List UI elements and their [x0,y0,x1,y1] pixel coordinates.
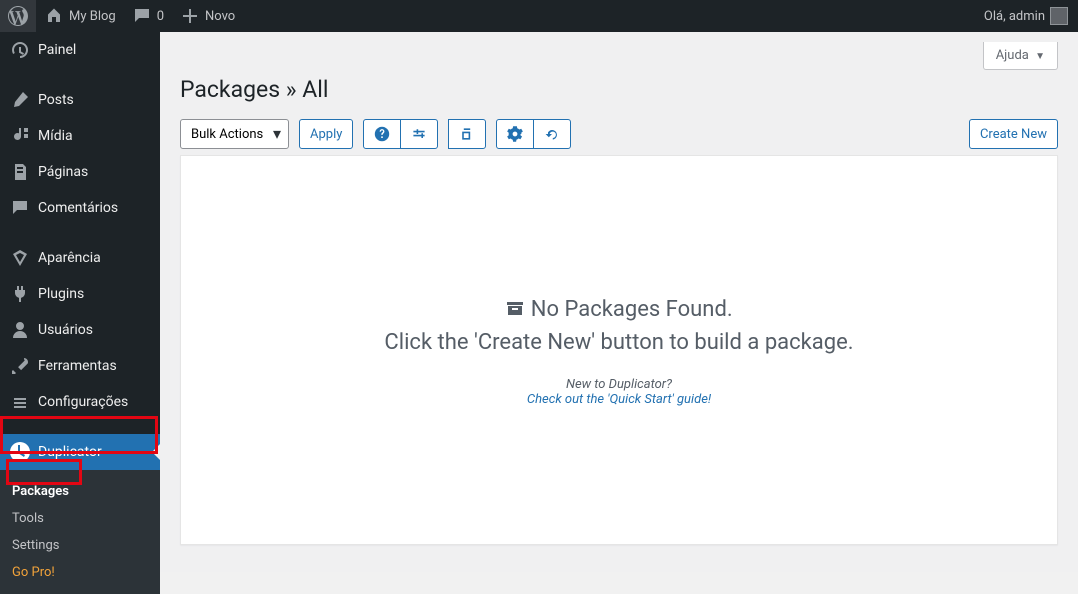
sidebar-item-users[interactable]: Usuários [0,312,160,348]
sidebar-item-plugins[interactable]: Plugins [0,276,160,312]
empty-sub: Click the 'Create New' button to build a… [384,326,853,359]
sidebar-label: Páginas [38,164,88,180]
submenu-item-gopro[interactable]: Go Pro! [0,559,160,586]
button-group-2 [448,119,486,149]
sidebar-item-appearance[interactable]: Aparência [0,240,160,276]
help-row: Ajuda ▼ [180,42,1058,70]
page-title: Packages » All [180,70,1058,119]
bulk-select-wrap: Bulk Actions [180,119,289,149]
greeting: Olá, admin [984,9,1045,24]
site-link[interactable]: My Blog [36,0,124,32]
admin-sidebar: Painel Posts Mídia Páginas Comentários A… [0,32,160,572]
gear-icon [507,126,523,142]
sidebar-submenu: Packages Tools Settings Go Pro! [0,470,160,594]
sidebar-label: Usuários [38,322,93,338]
empty-heading: No Packages Found. [531,297,733,322]
comments-link[interactable]: 0 [124,0,172,32]
separator [0,226,160,240]
sidebar-label: Configurações [38,394,128,410]
button-group-1 [363,119,438,149]
submenu-item-tools[interactable]: Tools [0,505,160,532]
wp-logo[interactable] [0,0,36,32]
sidebar-item-duplicator[interactable]: Duplicator [0,434,160,470]
apply-button[interactable]: Apply [299,119,353,149]
help-label: Ajuda [996,48,1029,63]
sliders-icon [411,126,427,142]
comments-count: 0 [157,9,164,24]
action-left: Bulk Actions Apply [180,119,571,149]
account-link[interactable]: Olá, admin [976,0,1068,32]
action-row: Bulk Actions Apply [180,119,1058,149]
quick-start-link[interactable]: Check out the 'Quick Start' guide! [384,392,853,407]
new-to-line: New to Duplicator? [384,377,853,392]
sidebar-label: Painel [38,42,76,58]
archive-icon [505,298,525,318]
help-button[interactable]: Ajuda ▼ [983,42,1058,70]
new-label: Novo [205,9,235,24]
button-group-3 [496,119,571,149]
empty-state: No Packages Found. Click the 'Create New… [384,293,853,407]
separator [0,420,160,434]
submenu-item-settings[interactable]: Settings [0,532,160,559]
settings-button[interactable] [400,119,438,149]
help-info-button[interactable] [363,119,401,149]
separator [0,68,160,82]
admin-toolbar: My Blog 0 Novo Olá, admin [0,0,1078,32]
import-button[interactable] [496,119,534,149]
sidebar-item-posts[interactable]: Posts [0,82,160,118]
toolbar-right: Olá, admin [976,0,1078,32]
site-name: My Blog [69,9,116,24]
bulk-actions-select[interactable]: Bulk Actions [180,119,289,149]
sidebar-item-media[interactable]: Mídia [0,118,160,154]
copy-icon [459,126,475,142]
refresh-button[interactable] [533,119,571,149]
sidebar-label: Plugins [38,286,84,302]
sidebar-label: Mídia [38,128,73,144]
toolbar-left: My Blog 0 Novo [0,0,243,32]
sidebar-label: Comentários [38,200,118,216]
chevron-down-icon: ▼ [1035,51,1045,62]
question-circle-icon [374,126,390,142]
main-content: Ajuda ▼ Packages » All Bulk Actions Appl… [160,32,1078,572]
empty-heading-row: No Packages Found. [384,293,853,326]
sidebar-item-settings[interactable]: Configurações [0,384,160,420]
sidebar-label: Aparência [38,250,101,266]
create-new-button[interactable]: Create New [969,119,1058,149]
submenu-item-packages[interactable]: Packages [0,478,160,505]
sidebar-label: Duplicator [38,444,102,460]
sidebar-item-tools[interactable]: Ferramentas [0,348,160,384]
undo-icon [544,126,560,142]
packages-panel: No Packages Found. Click the 'Create New… [180,155,1058,545]
sidebar-label: Ferramentas [38,358,117,374]
avatar [1050,7,1068,25]
sidebar-item-pages[interactable]: Páginas [0,154,160,190]
sidebar-item-dashboard[interactable]: Painel [0,32,160,68]
sidebar-item-comments[interactable]: Comentários [0,190,160,226]
copy-button[interactable] [448,119,486,149]
sidebar-label: Posts [38,92,74,108]
new-link[interactable]: Novo [172,0,243,32]
